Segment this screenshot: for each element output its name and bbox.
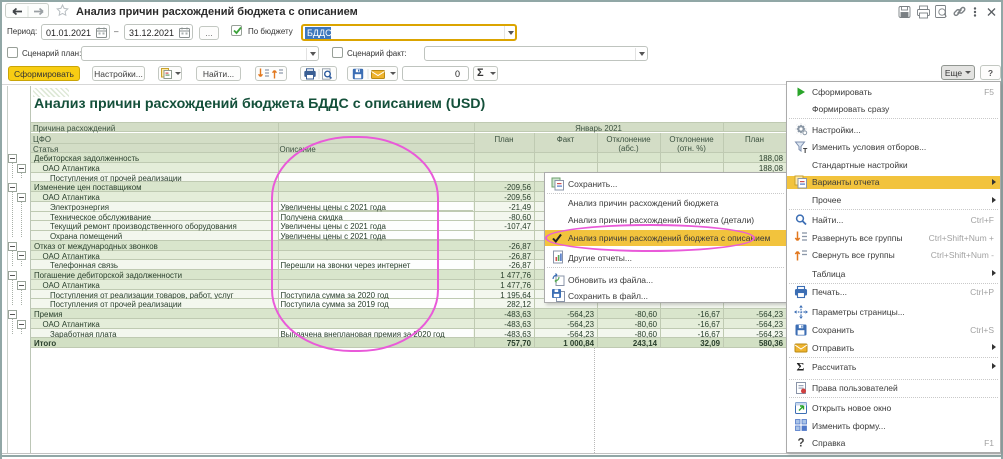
svg-text:T: T [803,148,808,154]
svg-text:Σ: Σ [797,360,805,374]
